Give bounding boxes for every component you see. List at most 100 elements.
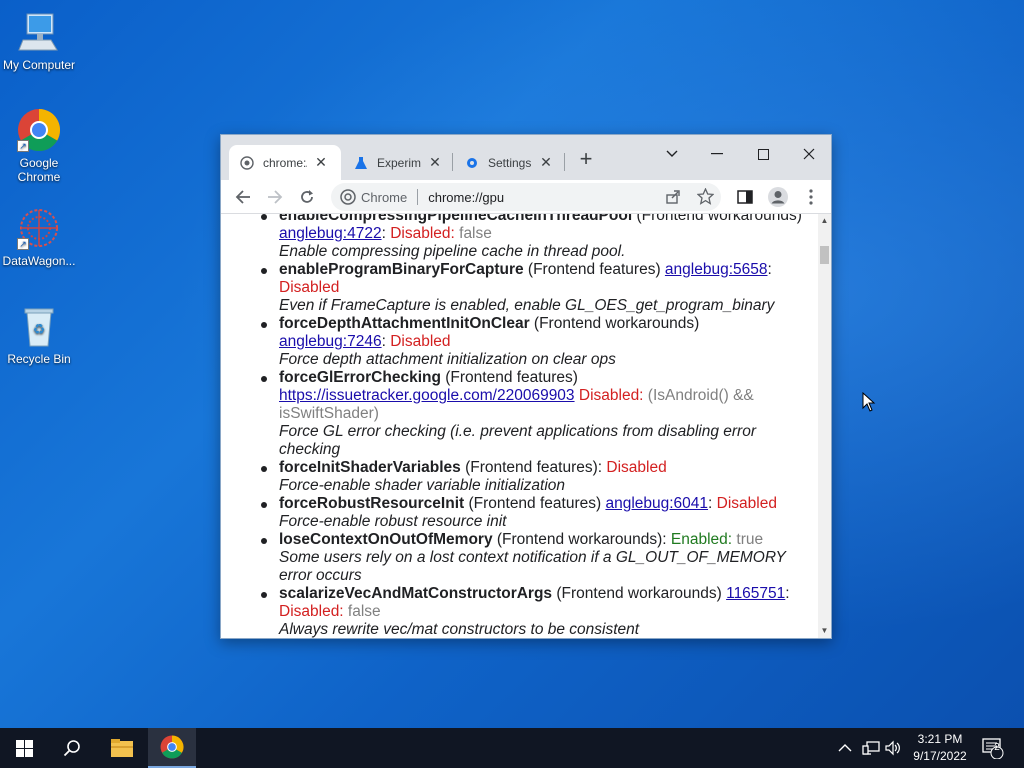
feature-item: forceInitShaderVariables (Frontend featu… [221,459,819,495]
address-bar[interactable]: Chrome chrome://gpu [331,183,721,211]
feature-category: (Frontend workarounds) [529,315,700,332]
feature-status: Disabled [279,279,340,296]
feature-description: Force depth attachment initialization on… [279,351,616,368]
feature-category: (Frontend features) [523,261,665,278]
feature-item: forceGlErrorChecking (Frontend features)… [221,369,819,459]
omnibox-separator [417,189,419,205]
separator: : [767,261,772,278]
svg-text:♻: ♻ [33,322,46,338]
scroll-up-arrow-icon[interactable]: ▲ [818,214,831,228]
recycle-bin-icon: ♻ [17,304,61,348]
desktop-icon-label: Google Chrome [17,156,61,184]
feature-name: forceRobustResourceInit [279,495,465,512]
feature-item: scalarizeVecAndMatConstructorArgs (Front… [221,585,819,638]
show-hidden-icons-button[interactable] [838,728,852,768]
clock-date: 9/17/2022 [913,749,967,763]
chrome-taskbar-button[interactable] [148,728,196,768]
profile-button[interactable] [766,185,790,209]
desktop-icon-label: My Computer [2,58,76,72]
kebab-menu-icon [809,189,813,205]
feature-status: Disabled: [390,225,455,242]
tab-label: Experiments [377,155,421,170]
tab-separator [452,153,453,171]
feature-description: Force-enable robust resource init [279,513,507,530]
feature-category: (Frontend features): [460,459,607,476]
network-icon [862,741,880,755]
bug-link[interactable]: 1165751 [726,585,785,602]
tab-experiments[interactable]: Experiments ✕ [343,145,453,180]
desktop-icon-label: DataWagon... [2,254,76,268]
minimize-button[interactable] [694,139,740,169]
reload-button[interactable] [295,185,319,209]
share-icon[interactable] [665,189,681,208]
url-text: chrome://gpu [428,189,505,205]
chrome-site-icon [340,189,356,208]
desktop-icon-google-chrome[interactable]: ↗ Google Chrome [1,108,77,184]
folder-icon [111,739,133,757]
close-icon[interactable]: ✕ [313,154,329,171]
tab-label: chrome://gpu [263,155,307,170]
feature-category: (Frontend workarounds) [632,214,802,224]
desktop-icon-label: Recycle Bin [7,352,71,366]
bug-link[interactable]: anglebug:5658 [665,261,768,278]
tab-search-button[interactable] [649,139,695,169]
feature-category: (Frontend workarounds) [552,585,727,602]
gear-icon [464,155,480,171]
menu-button[interactable] [799,185,823,209]
bug-link[interactable]: anglebug:7246 [279,333,382,350]
vertical-scrollbar[interactable]: ▲ ▼ [818,214,831,638]
feature-name: enableCompressingPipelineCacheInThreadPo… [279,214,633,224]
feature-condition: false [454,225,492,242]
bug-link[interactable]: https://issuetracker.google.com/22006990… [279,387,575,404]
back-arrow-icon [235,190,250,204]
feature-status: Disabled: [279,603,344,620]
file-explorer-button[interactable] [98,728,146,768]
feature-description: Force-enable shader variable initializat… [279,477,566,494]
mouse-cursor-icon [862,391,876,417]
feature-description: Even if FrameCapture is enabled, enable … [279,297,775,314]
chrome-icon: ↗ [17,108,61,152]
back-button[interactable] [231,185,255,209]
scroll-down-arrow-icon[interactable]: ▼ [818,624,831,638]
system-clock[interactable]: 3:21 PM 9/17/2022 [905,731,975,765]
taskbar: 3:21 PM 9/17/2022 2 [0,728,1024,768]
feature-name: enableProgramBinaryForCapture [279,261,524,278]
feature-name: forceDepthAttachmentInitOnClear [279,315,530,332]
side-panel-button[interactable] [733,185,757,209]
close-icon[interactable]: ✕ [427,154,443,171]
feature-name: scalarizeVecAndMatConstructorArgs [279,585,553,602]
bug-link[interactable]: anglebug:6041 [605,495,708,512]
tab-chrome-gpu[interactable]: chrome://gpu ✕ [229,145,341,180]
feature-list: enableCompressingPipelineCacheInThreadPo… [221,214,819,638]
desktop-icon-datawagon[interactable]: ↗ DataWagon... [1,206,77,268]
feature-category: (Frontend features) [464,495,606,512]
feature-category: (Frontend workarounds): [492,531,671,548]
network-button[interactable] [862,728,880,768]
bookmark-star-icon[interactable] [696,187,715,208]
scroll-thumb[interactable] [820,246,829,264]
search-button[interactable] [48,728,96,768]
speaker-icon [885,740,900,756]
reload-icon [301,190,313,203]
feature-item: loseContextOnOutOfMemory (Frontend worka… [221,531,819,585]
new-tab-button[interactable]: + [575,148,597,170]
computer-icon [17,10,61,54]
feature-status: Disabled [390,333,451,350]
bug-link[interactable]: anglebug:4722 [279,225,382,242]
volume-button[interactable] [885,728,901,768]
start-button[interactable] [0,728,48,768]
close-icon[interactable]: ✕ [538,154,554,171]
desktop-icon-my-computer[interactable]: My Computer [1,10,77,72]
separator: : [785,585,790,602]
tab-separator [564,153,565,171]
action-center-button[interactable]: 2 [982,728,1004,768]
tab-settings[interactable]: Settings ✕ [454,145,564,180]
maximize-button[interactable] [740,139,786,169]
globe-icon [239,155,255,171]
side-panel-icon [737,190,753,204]
forward-button[interactable] [263,185,287,209]
shortcut-arrow-icon: ↗ [17,238,29,250]
page-content: enableCompressingPipelineCacheInThreadPo… [221,214,819,638]
close-window-button[interactable] [786,139,832,169]
desktop-icon-recycle-bin[interactable]: ♻ Recycle Bin [1,304,77,366]
